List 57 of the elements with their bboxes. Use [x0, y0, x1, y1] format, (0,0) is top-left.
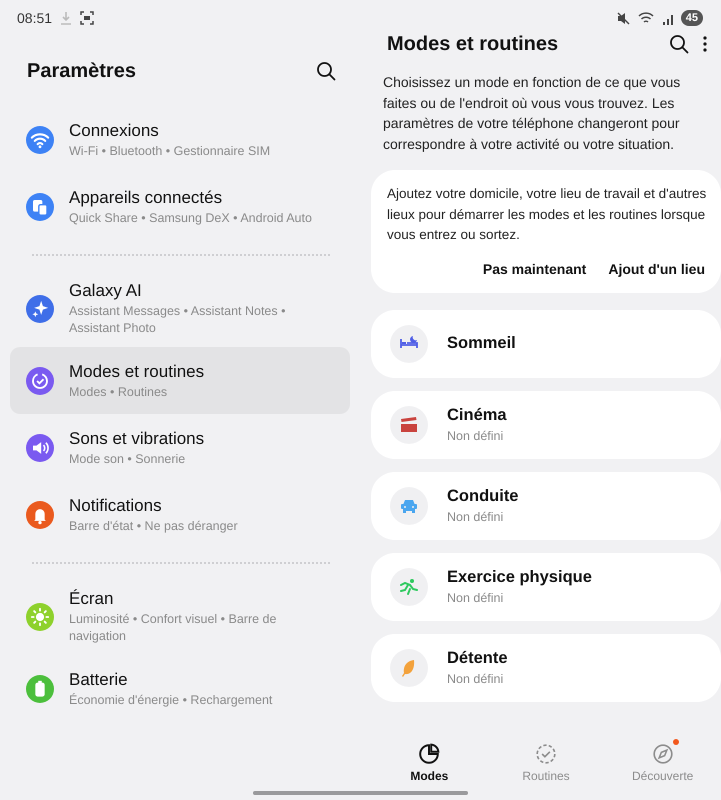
mode-status: Non défini	[447, 672, 504, 686]
more-options-icon[interactable]	[703, 36, 707, 52]
mode-title: Conduite	[447, 487, 518, 506]
item-title: Connexions	[69, 120, 160, 142]
mode-status: Non défini	[447, 429, 504, 443]
item-subtitle: Modes • Routines	[69, 384, 168, 400]
mode-card[interactable]: Détente Non défini	[371, 634, 721, 702]
mode-card[interactable]: Exercice physique Non défini	[371, 552, 721, 620]
item-title: Sons et vibrations	[69, 428, 206, 450]
settings-item[interactable]: Galaxy AI Assistant Messages • Assistant Notes • Assistant Photo	[10, 270, 350, 347]
settings-item[interactable]: Sons et vibrations Mode son • Sonnerie	[10, 414, 350, 481]
mode-status: Non défini	[447, 510, 504, 524]
item-subtitle: Assistant Messages • Assistant Notes • Assistant Photo	[69, 303, 286, 337]
item-subtitle: Quick Share • Samsung DeX • Android Auto	[69, 210, 313, 226]
item-title: Écran	[69, 588, 114, 610]
card-button[interactable]: Pas maintenant	[476, 254, 592, 282]
item-title: Batterie	[69, 668, 129, 690]
settings-item[interactable]: Modes et routines Modes • Routines	[10, 347, 350, 414]
search-icon[interactable]	[316, 61, 336, 81]
mode-title: Sommeil	[447, 334, 516, 353]
panel-title: Modes et routines	[387, 32, 560, 56]
item-subtitle: Barre d'état • Ne pas déranger	[69, 518, 239, 534]
item-subtitle: Wi-Fi • Bluetooth • Gestionnaire SIM	[69, 142, 272, 160]
download-icon	[60, 11, 72, 25]
mode-status: Non défini	[447, 591, 504, 605]
mode-card[interactable]: Sommeil	[371, 310, 721, 378]
mode-card[interactable]: Conduite Non défini	[371, 472, 721, 540]
item-title: Modes et routines	[69, 360, 206, 382]
item-title: Galaxy AI	[69, 280, 143, 302]
item-title: Notifications	[69, 494, 163, 516]
tab-icon	[535, 743, 557, 765]
description: Choisissez un mode en fonction de ce que vous faites ou de l'endroit où vous vous trouvez. Les paramètres de votre téléphone changeront pour correspondre à votre activité ou votre situation.	[383, 73, 682, 154]
battery-level: 45	[680, 10, 703, 26]
item-subtitle: Luminosité • Confort visuel • Barre de navigation	[69, 611, 278, 645]
mute-icon	[616, 12, 630, 24]
wifi-icon	[638, 12, 654, 24]
settings-item[interactable]: Batterie Économie d'énergie • Rechargement	[10, 655, 350, 722]
item-subtitle: Économie d'énergie • Rechargement	[69, 692, 274, 708]
settings-item[interactable]: Appareils connectés Quick Share • Samsung DeX • Android Auto	[10, 173, 350, 240]
card-text: Ajoutez votre domicile, votre lieu de travail et d'autres lieux pour démarrer les modes et les routines lorsque vous entrez ou sortez.	[387, 185, 707, 244]
nav-tab[interactable]: Modes	[371, 732, 488, 794]
item-subtitle: Mode son • Sonnerie	[69, 450, 186, 468]
settings-item[interactable]: Notifications Barre d'état • Ne pas déranger	[10, 481, 350, 548]
item-title: Appareils connectés	[69, 186, 224, 208]
mode-card[interactable]: Cinéma Non défini	[371, 390, 721, 458]
settings-item[interactable]: Connexions Wi-Fi • Bluetooth • Gestionnaire SIM	[10, 106, 350, 173]
search-icon[interactable]	[669, 34, 689, 54]
clock: 08:51	[17, 10, 52, 26]
mode-title: Exercice physique	[447, 568, 592, 587]
tab-icon	[652, 743, 674, 765]
settings-item[interactable]: Écran Luminosité • Confort visuel • Barre de navigation	[10, 578, 350, 655]
page-title: Paramètres	[27, 60, 136, 82]
tab-icon	[418, 743, 440, 765]
screenshot-icon	[80, 11, 94, 25]
card-button[interactable]: Ajout d'un lieu	[602, 254, 711, 282]
mode-title: Détente	[447, 649, 508, 668]
mode-title: Cinéma	[447, 406, 507, 425]
